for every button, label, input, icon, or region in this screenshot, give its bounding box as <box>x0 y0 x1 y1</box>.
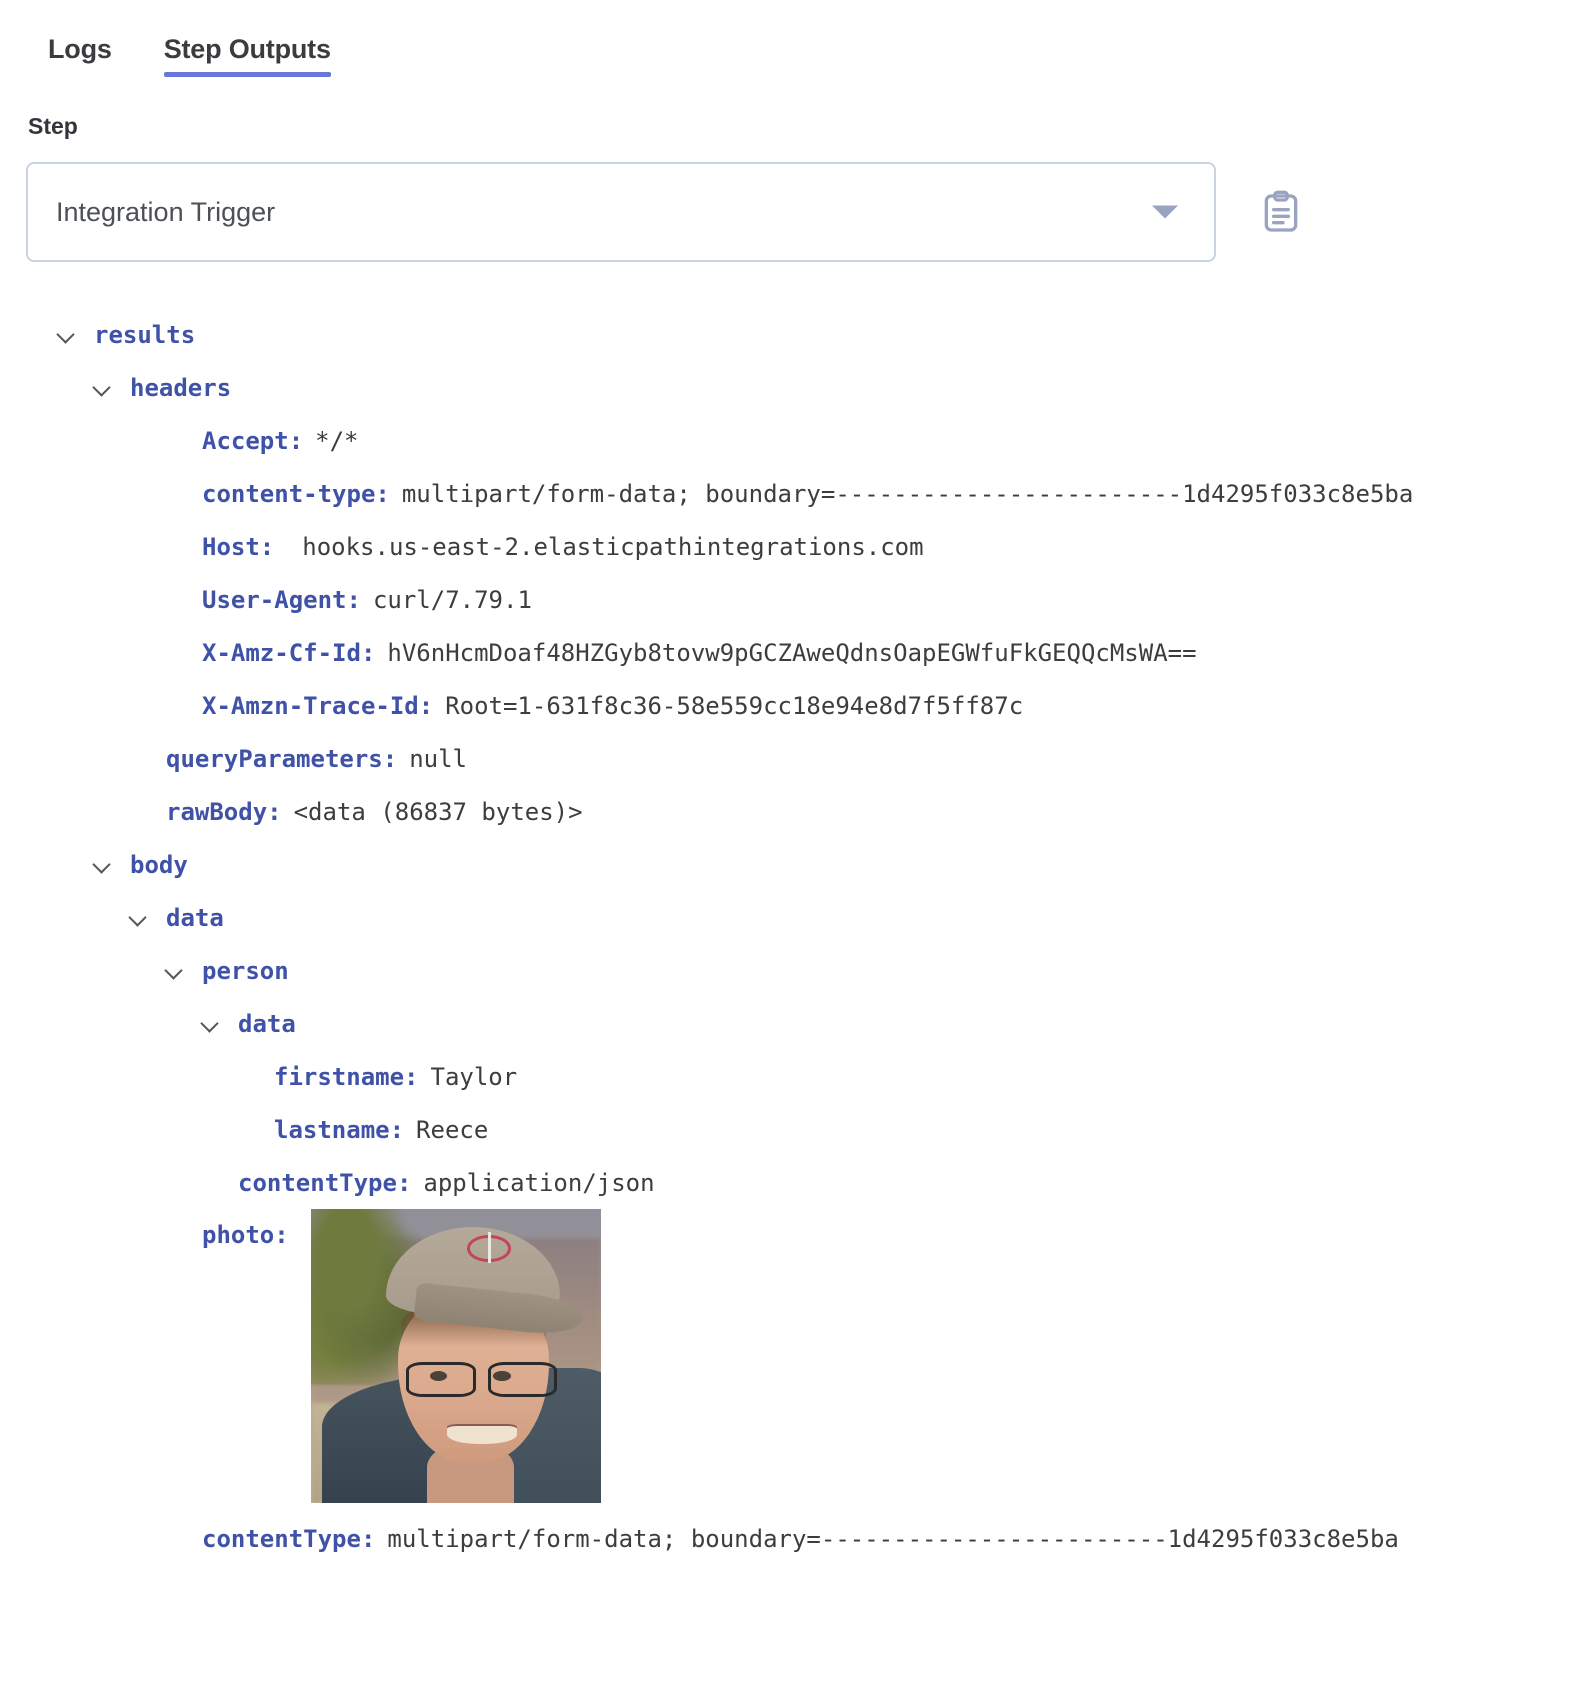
tree-value-firstname: Taylor <box>430 1062 518 1091</box>
tree-row-user-agent: User-Agent: curl/7.79.1 <box>26 573 1560 626</box>
photo-eye-right <box>493 1370 511 1381</box>
tree-row-x-amzn-trace-id: X-Amzn-Trace-Id: Root=1-631f8c36-58e559c… <box>26 679 1560 732</box>
step-row: Integration Trigger <box>26 162 1560 262</box>
tree-key-data: data <box>166 903 224 932</box>
tree-value-host: hooks.us-east-2.elasticpathintegrations.… <box>302 532 924 561</box>
tree-node-person-data[interactable]: data <box>26 997 1560 1050</box>
tree-value-inner-content-type: application/json <box>423 1168 655 1197</box>
tree-key-user-agent: User-Agent: <box>202 585 361 614</box>
chevron-down-icon[interactable] <box>90 375 116 401</box>
tree-key-accept: Accept: <box>202 426 304 455</box>
tree-node-results[interactable]: results <box>26 308 1560 361</box>
tree-key-body: body <box>130 850 188 879</box>
tree-key-query-parameters: queryParameters: <box>166 744 398 773</box>
portrait-photo <box>310 1209 601 1503</box>
tree-key-results: results <box>94 320 196 349</box>
tree-row-query-parameters: queryParameters: null <box>26 732 1560 785</box>
tree-row-photo: photo: <box>26 1209 1560 1503</box>
tree-key-person-data: data <box>238 1009 296 1038</box>
chevron-down-icon[interactable] <box>198 1011 224 1037</box>
tree-value-content-type: multipart/form-data; boundary=----------… <box>401 479 1414 508</box>
photo-cap-logo <box>467 1232 511 1264</box>
tree-row-host: Host: hooks.us-east-2.elasticpathintegra… <box>26 520 1560 573</box>
tree-value-query-parameters: null <box>409 744 467 773</box>
tree-key-photo: photo: <box>202 1221 289 1249</box>
photo-eye-left <box>429 1370 447 1381</box>
tree-row-inner-content-type: contentType: application/json <box>26 1156 1560 1209</box>
chevron-down-icon[interactable] <box>162 958 188 984</box>
tree-value-user-agent: curl/7.79.1 <box>372 585 532 614</box>
step-select[interactable]: Integration Trigger <box>26 162 1216 262</box>
chevron-down-icon[interactable] <box>90 852 116 878</box>
tree-node-person[interactable]: person <box>26 944 1560 997</box>
tree-value-x-amzn-trace-id: Root=1-631f8c36-58e559cc18e94e8d7f5ff87c <box>445 691 1024 720</box>
tree-value-raw-body: <data (86837 bytes)> <box>293 797 583 826</box>
tree-key-outer-content-type: contentType: <box>202 1524 376 1553</box>
chevron-down-icon[interactable] <box>54 322 80 348</box>
photo-smile <box>447 1423 517 1445</box>
tab-step-outputs[interactable]: Step Outputs <box>138 22 357 95</box>
tree-row-firstname: firstname: Taylor <box>26 1050 1560 1103</box>
tree-key-x-amzn-trace-id: X-Amzn-Trace-Id: <box>202 691 434 720</box>
tab-logs[interactable]: Logs <box>22 22 138 95</box>
tree-value-accept: */* <box>315 426 359 455</box>
tree-key-person: person <box>202 956 289 985</box>
tree-row-accept: Accept: */* <box>26 414 1560 467</box>
chevron-down-icon[interactable] <box>126 905 152 931</box>
tree-value-outer-content-type: multipart/form-data; boundary=----------… <box>387 1524 1399 1553</box>
tree-node-headers[interactable]: headers <box>26 361 1560 414</box>
photo-glasses <box>406 1361 557 1398</box>
tree-node-body[interactable]: body <box>26 838 1560 891</box>
tree-key-raw-body: rawBody: <box>166 797 282 826</box>
tree-key-inner-content-type: contentType: <box>238 1168 412 1197</box>
step-select-value: Integration Trigger <box>56 196 276 227</box>
copy-to-clipboard-button[interactable] <box>1254 183 1308 241</box>
step-section: Step Integration Trigger <box>0 95 1586 262</box>
tree-value-lastname: Reece <box>416 1115 489 1144</box>
tree-node-data[interactable]: data <box>26 891 1560 944</box>
tree-key-x-amz-cf-id: X-Amz-Cf-Id: <box>202 638 376 667</box>
tree-key-firstname: firstname: <box>274 1062 419 1091</box>
tree-key-headers: headers <box>130 373 232 402</box>
tab-bar: Logs Step Outputs <box>0 0 1586 95</box>
tree-row-content-type: content-type: multipart/form-data; bound… <box>26 467 1560 520</box>
tree-key-lastname: lastname: <box>274 1115 405 1144</box>
tree-row-outer-content-type: contentType: multipart/form-data; bounda… <box>26 1503 1560 1556</box>
tree-key-content-type: content-type: <box>202 479 390 508</box>
chevron-down-icon[interactable] <box>1152 205 1178 219</box>
clipboard-icon <box>1264 190 1298 232</box>
tree-row-lastname: lastname: Reece <box>26 1103 1560 1156</box>
json-tree: results headers Accept: */* content-type… <box>0 262 1586 1596</box>
tree-value-x-amz-cf-id: hV6nHcmDoaf48HZGyb8tovw9pGCZAweQdnsOapEG… <box>387 638 1197 667</box>
tree-key-host: Host: <box>202 532 275 561</box>
tree-row-raw-body: rawBody: <data (86837 bytes)> <box>26 785 1560 838</box>
step-label: Step <box>28 113 78 139</box>
tree-row-x-amz-cf-id: X-Amz-Cf-Id: hV6nHcmDoaf48HZGyb8tovw9pGC… <box>26 626 1560 679</box>
